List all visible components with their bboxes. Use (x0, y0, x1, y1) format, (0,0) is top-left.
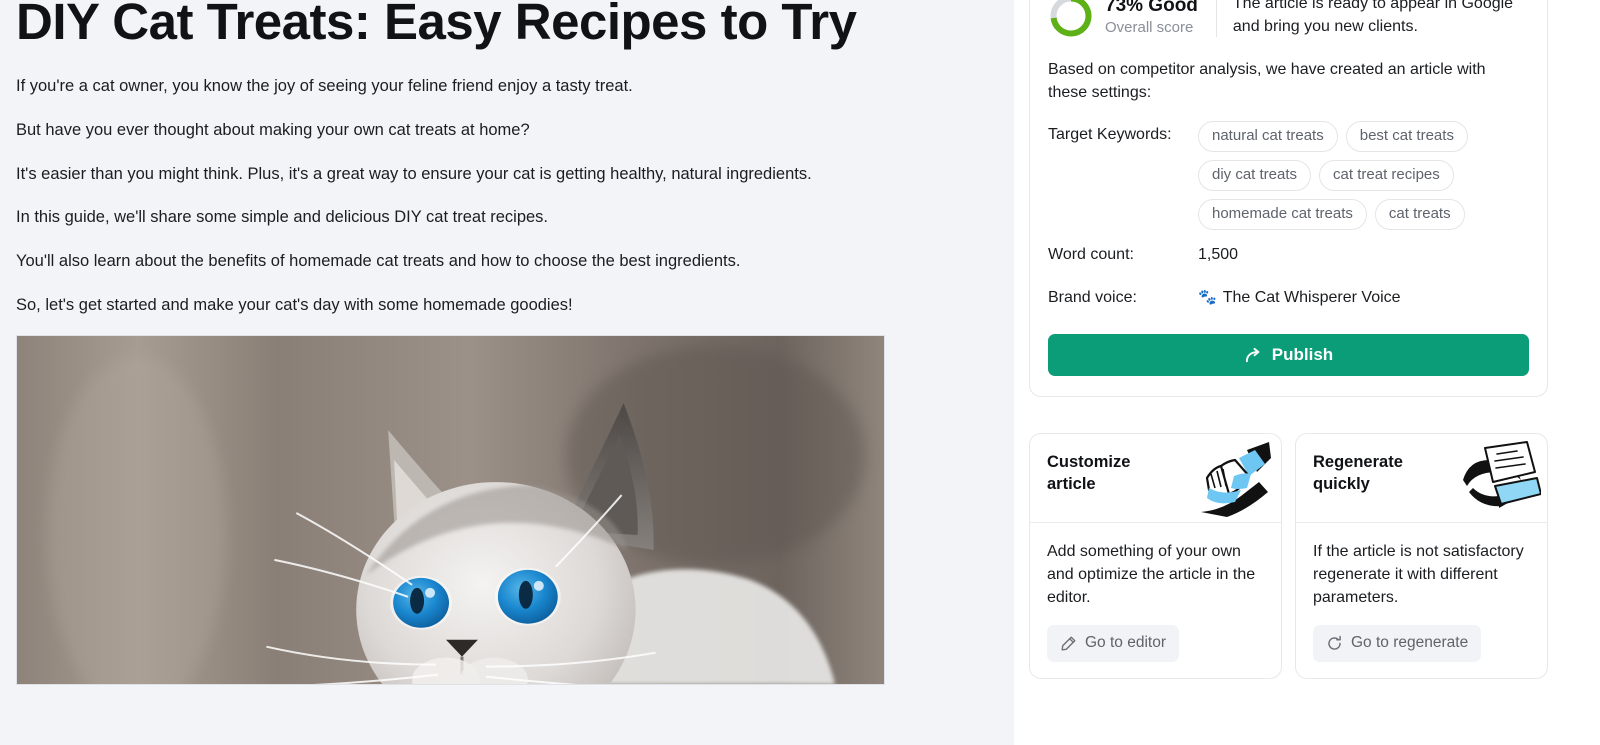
document-refresh-icon (1455, 438, 1541, 518)
word-count-value: 1,500 (1198, 245, 1239, 263)
score-label: Overall score (1105, 19, 1194, 37)
brand-voice-value-wrap: 🐾 The Cat Whisperer Voice (1198, 284, 1401, 311)
customize-card-header: Customize article (1030, 434, 1281, 523)
publish-button[interactable]: Publish (1048, 334, 1529, 377)
keyword-chip[interactable]: natural cat treats (1198, 120, 1338, 152)
score-settings-card: 73% Good Overall score The article is re… (1029, 0, 1548, 398)
score-ring-icon (1048, 0, 1094, 39)
keyword-chip[interactable]: homemade cat treats (1198, 198, 1367, 230)
article-paragraph: You'll also learn about the benefits of … (16, 252, 741, 271)
article-settings-sidebar: 73% Good Overall score The article is re… (1014, 0, 1600, 745)
article-paragraph: So, let's get started and make your cat'… (16, 295, 573, 314)
target-keywords-label: Target Keywords: (1048, 125, 1172, 143)
refresh-icon (1326, 635, 1343, 652)
score-value: 73% Good (1105, 0, 1198, 17)
customize-card-body: Add something of your own and optimize t… (1030, 523, 1281, 678)
target-keywords-row: Target Keywords: natural cat treats best… (1048, 120, 1529, 230)
action-cards-row: Customize article Add something of your … (1029, 433, 1548, 679)
go-to-editor-label: Go to editor (1085, 634, 1166, 652)
brand-voice-label: Brand voice: (1048, 288, 1137, 306)
overall-score-row: 73% Good Overall score The article is re… (1048, 0, 1529, 39)
word-count-label: Word count: (1048, 245, 1134, 263)
article-paragraph: It's easier than you might think. Plus, … (16, 164, 812, 183)
article-hero-image (16, 335, 885, 686)
customize-card-description: Add something of your own and optimize t… (1047, 543, 1256, 607)
page-title: DIY Cat Treats: Easy Recipes to Try (16, 0, 857, 50)
regenerate-card-header: Regenerate quickly (1296, 434, 1547, 523)
hand-holding-pencil-icon (1189, 438, 1275, 518)
article-preview-pane: DIY Cat Treats: Easy Recipes to Try If y… (0, 0, 1014, 745)
publish-arrow-icon (1244, 346, 1263, 365)
publish-button-label: Publish (1271, 345, 1334, 365)
pencil-icon (1060, 635, 1077, 652)
article-paragraph: In this guide, we'll share some simple a… (16, 208, 549, 227)
regenerate-article-card[interactable]: Regenerate quickly If the article is not… (1295, 433, 1548, 679)
settings-intro-text: Based on competitor analysis, we have cr… (1048, 61, 1486, 101)
word-count-row: Word count: 1,500 (1048, 241, 1529, 268)
settings-list: Target Keywords: natural cat treats best… (1048, 120, 1529, 311)
article-paragraph: But have you ever thought about making y… (16, 120, 530, 139)
go-to-regenerate-label: Go to regenerate (1351, 634, 1469, 652)
regenerate-card-title: Regenerate quickly (1313, 453, 1403, 493)
score-description: The article is ready to appear in Google… (1232, 0, 1514, 35)
keyword-chip[interactable]: diy cat treats (1198, 159, 1312, 191)
go-to-regenerate-button[interactable]: Go to regenerate (1313, 625, 1482, 662)
divider (1215, 0, 1217, 37)
brand-voice-row: Brand voice: 🐾 The Cat Whisperer Voice (1048, 284, 1529, 311)
brand-voice-value: The Cat Whisperer Voice (1222, 288, 1401, 306)
regenerate-card-description: If the article is not satisfactory regen… (1313, 543, 1524, 607)
customize-article-card[interactable]: Customize article Add something of your … (1029, 433, 1282, 679)
paw-print-icon: 🐾 (1198, 289, 1217, 307)
regenerate-card-body: If the article is not satisfactory regen… (1296, 523, 1547, 678)
go-to-editor-button[interactable]: Go to editor (1047, 625, 1179, 662)
keyword-chip-list: natural cat treats best cat treats diy c… (1198, 120, 1529, 230)
keyword-chip[interactable]: cat treat recipes (1319, 159, 1454, 191)
article-preview-page: DIY Cat Treats: Easy Recipes to Try If y… (0, 0, 1600, 745)
article-paragraph: If you're a cat owner, you know the joy … (16, 77, 633, 96)
customize-card-title: Customize article (1047, 453, 1131, 493)
keyword-chip[interactable]: cat treats (1374, 198, 1465, 230)
keyword-chip[interactable]: best cat treats (1345, 120, 1468, 152)
